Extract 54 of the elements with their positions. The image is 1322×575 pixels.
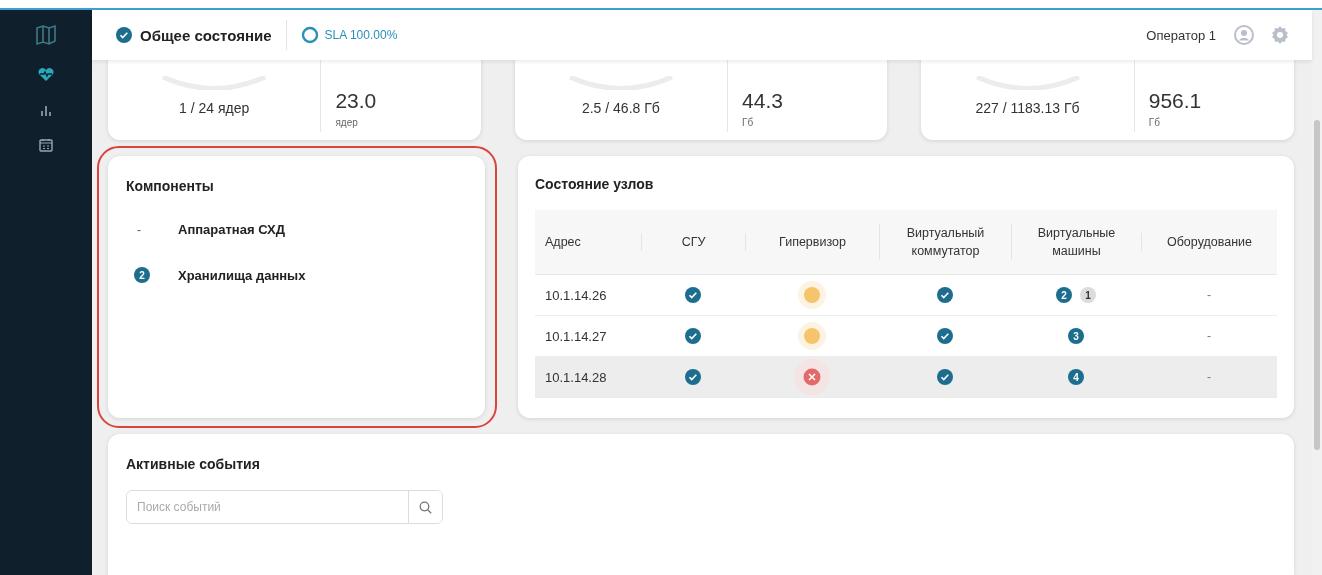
check-icon (937, 328, 953, 344)
free-value: 956.1 (1148, 89, 1202, 113)
check-icon (685, 328, 701, 344)
ring-icon (300, 26, 319, 44)
unit-label: Гб (742, 117, 755, 128)
address-cell-text: 10.1.14.26 (544, 287, 608, 303)
user-name: Оператор 1 (1146, 27, 1216, 43)
status-title: Общее состояние (140, 26, 272, 44)
check-icon (937, 287, 953, 303)
warning-icon (798, 322, 826, 350)
usage-text: 1 / 24 ядер (179, 100, 250, 116)
column-header: Гипервизор (745, 232, 879, 252)
count-badge: 3 (1068, 328, 1084, 344)
warning-icon (798, 281, 826, 309)
address-cell-text: 10.1.14.27 (544, 328, 608, 344)
sla-label: SLA 100.00% (324, 28, 398, 42)
count-badge: 4 (1068, 369, 1084, 385)
column-header: Виртуальный коммутатор (879, 223, 1011, 261)
card-title: Активные события (126, 456, 261, 472)
column-header: СГУ (641, 232, 745, 252)
bar-chart-icon (40, 104, 52, 116)
usage-text: 227 / 1183.13 Гб (975, 100, 1080, 116)
card-title: Состояние узлов (535, 176, 655, 192)
table-row[interactable]: 10.1.14.28 4 - (535, 357, 1277, 398)
free-value: 44.3 (742, 89, 783, 113)
component-link[interactable]: Хранилища данных (178, 267, 306, 283)
check-icon (685, 369, 701, 385)
empty-count: - (136, 222, 141, 237)
heart-pulse-icon (37, 66, 55, 82)
count-badge: 1 (1080, 287, 1096, 303)
scrollbar[interactable] (1312, 10, 1322, 575)
search-icon (419, 500, 432, 514)
check-icon (685, 287, 701, 303)
unit-label: ядер (335, 117, 359, 128)
usage-text: 2.5 / 46.8 Гб (581, 100, 660, 116)
check-icon (937, 369, 953, 385)
equipment-cell-text: - (1206, 288, 1212, 302)
column-header: Адрес (544, 233, 582, 251)
sidebar-item[interactable] (37, 136, 55, 154)
unit-label: Гб (1148, 117, 1161, 128)
column-header: Оборудование (1141, 232, 1277, 252)
count-badge: 2 (1056, 287, 1072, 303)
component-link[interactable]: Аппаратная СХД (178, 222, 285, 237)
search-field[interactable]: Поиск событий (126, 490, 443, 524)
address-cell-text: 10.1.14.28 (544, 369, 608, 385)
equipment-cell-text: - (1206, 370, 1212, 384)
equipment-cell-text: - (1206, 329, 1212, 343)
calendar-icon (39, 138, 53, 152)
card-title: Компоненты (126, 178, 215, 194)
free-value: 23.0 (335, 89, 377, 113)
error-icon (794, 359, 830, 395)
search-button[interactable] (408, 491, 442, 523)
count-badge: 2 (134, 267, 150, 283)
column-header: Виртуальные машины (1011, 223, 1141, 261)
